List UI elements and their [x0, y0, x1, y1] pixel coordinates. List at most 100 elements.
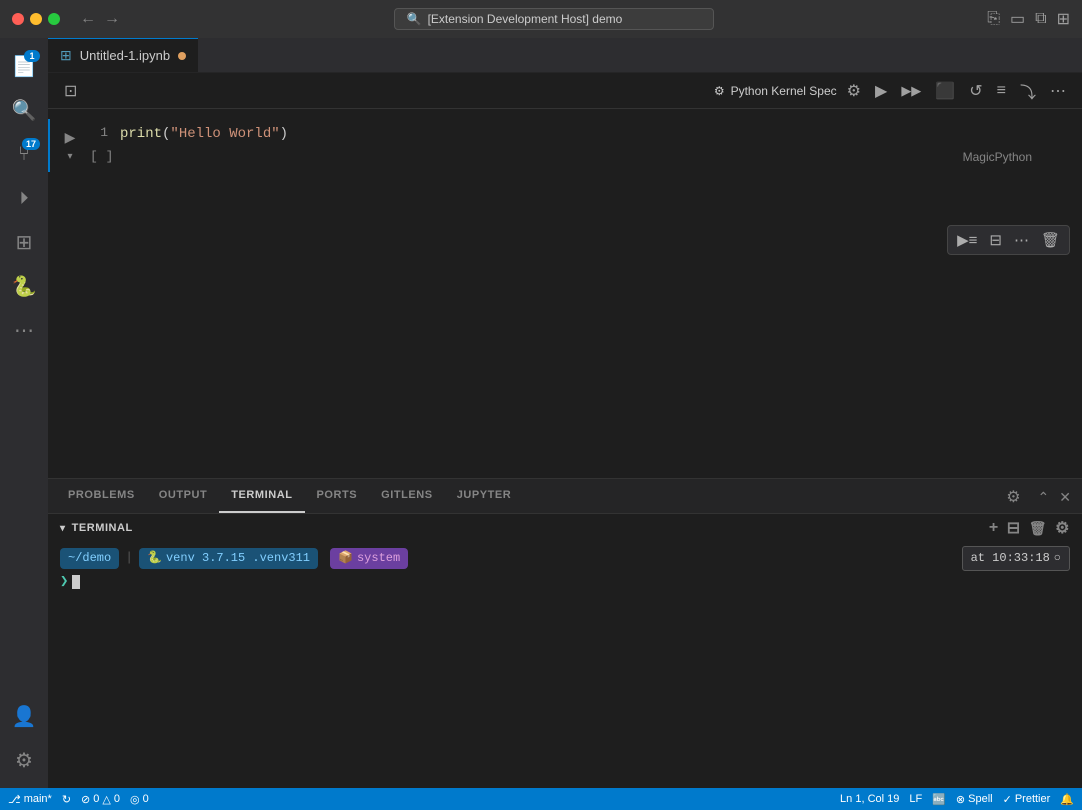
warning-count: 0 — [114, 793, 120, 805]
cell-run-area: ▶ ▾ — [58, 123, 82, 162]
branch-name: main* — [24, 793, 52, 805]
terminal-cursor — [72, 575, 80, 589]
line-number-1: 1 — [90, 123, 120, 145]
layout-panel-icon[interactable]: ▭ — [1010, 9, 1025, 29]
layout-split-icon[interactable]: ⧉ — [1035, 10, 1046, 28]
activity-bar-bottom: 👤 ⚙ — [4, 696, 44, 780]
run-all-button[interactable]: ▶ — [871, 79, 891, 103]
code-paren-open: ( — [162, 123, 170, 145]
kernel-settings-button[interactable]: ⚙ — [843, 79, 865, 103]
close-button[interactable] — [12, 13, 24, 25]
terminal-separator-1: | — [125, 548, 133, 569]
cell-code-area[interactable]: 1 print ( "Hello World" ) [ ] — [90, 123, 1074, 168]
panel-tab-output[interactable]: OUTPUT — [147, 478, 220, 513]
kernel-name-icon: ⚙ — [714, 84, 725, 98]
customize-layout-icon[interactable]: ⊞ — [1057, 9, 1070, 29]
panel-actions: ⚙ ⌃ ✕ — [1004, 485, 1074, 513]
encoding-icon: 🔤 — [932, 793, 946, 806]
status-branch[interactable]: ⎇ main* — [8, 793, 52, 806]
sidebar-item-accounts[interactable]: 👤 — [4, 696, 44, 736]
tab-bar: ⊞ Untitled-1.ipynb — [48, 38, 1082, 73]
status-spell[interactable]: ⊗ Spell — [956, 793, 993, 806]
sidebar-item-settings[interactable]: ⚙ — [4, 740, 44, 780]
status-line-ending[interactable]: LF — [909, 793, 922, 805]
command-palette[interactable]: 🔍 [Extension Development Host] demo — [394, 8, 714, 30]
back-arrow-icon[interactable]: ← — [80, 10, 96, 28]
restart-kernel-button[interactable]: ↺ — [965, 79, 986, 103]
sidebar-item-extensions[interactable]: ⊞ — [4, 222, 44, 262]
gitlens-tab-label: GITLENS — [381, 489, 433, 501]
sidebar-item-explorer[interactable]: 📄 1 — [4, 46, 44, 86]
cell-execute-button[interactable]: ▶≡ — [952, 228, 982, 252]
traffic-lights — [12, 13, 60, 25]
terminal-venv-label: venv 3.7.15 .venv311 — [166, 549, 310, 568]
minimize-button[interactable] — [30, 13, 42, 25]
error-count: 0 — [93, 793, 99, 805]
terminal-collapse-arrow[interactable]: ▾ — [60, 523, 66, 534]
forward-arrow-icon[interactable]: → — [104, 10, 120, 28]
status-errors[interactable]: ⊘ 0 △ 0 — [81, 793, 120, 806]
terminal-clock-icon: ○ — [1054, 549, 1061, 568]
status-prettier[interactable]: ✓ Prettier — [1003, 793, 1051, 806]
panel-tab-problems[interactable]: PROBLEMS — [56, 478, 147, 513]
panel-right-icons: ⚙ — [1004, 485, 1022, 509]
status-bar-left: ⎇ main* ↻ ⊘ 0 △ 0 ◎ 0 — [8, 793, 149, 806]
terminal-split-icon[interactable]: ⊟ — [1007, 518, 1021, 538]
export-button[interactable]: ⤵ — [1016, 77, 1040, 105]
terminal-settings-icon[interactable]: ⚙ — [1055, 518, 1070, 538]
ports-tab-label: PORTS — [317, 489, 358, 501]
cell-more-button[interactable]: ⋯ — [1009, 228, 1034, 252]
sidebar-item-debug[interactable]: ⏵ — [4, 178, 44, 218]
line-ending-label: LF — [909, 793, 922, 805]
code-cell[interactable]: ▶ ▾ 1 print ( "Hello World" ) — [48, 119, 1082, 172]
layout-sidebar-icon[interactable]: ⎘ — [987, 10, 1000, 28]
titlebar: ← → 🔍 [Extension Development Host] demo … — [0, 0, 1082, 38]
more-actions-button[interactable]: ⋯ — [1046, 79, 1070, 103]
code-keyword-print: print — [120, 123, 162, 145]
run-dropdown-arrow[interactable]: ▾ — [67, 151, 72, 162]
cell-delete-button[interactable]: 🗑 — [1036, 228, 1065, 252]
terminal-time: at 10:33:18 ○ — [962, 546, 1070, 571]
status-radio[interactable]: ◎ 0 — [130, 793, 149, 806]
terminal-add-icon[interactable]: + — [989, 519, 999, 537]
titlebar-search-area: 🔍 [Extension Development Host] demo — [128, 8, 979, 30]
panel-settings-icon[interactable]: ⚙ — [1004, 485, 1022, 509]
terminal-line-2[interactable]: ❯ — [60, 571, 1070, 593]
panel-tab-ports[interactable]: PORTS — [305, 478, 370, 513]
code-paren-close: ) — [280, 123, 288, 145]
maximize-button[interactable] — [48, 13, 60, 25]
search-text: [Extension Development Host] demo — [428, 12, 623, 26]
radio-icon: ◎ — [130, 793, 140, 806]
panel-tab-gitlens[interactable]: GITLENS — [369, 478, 445, 513]
panel-close-button[interactable]: ✕ — [1056, 486, 1074, 509]
kernel-name-label: Python Kernel Spec — [731, 84, 837, 98]
sidebar-item-search[interactable]: 🔍 — [4, 90, 44, 130]
notebook-outline-button[interactable]: ≡ — [993, 80, 1010, 102]
interrupt-kernel-button[interactable]: ⬛ — [931, 79, 959, 103]
tab-notebook[interactable]: ⊞ Untitled-1.ipynb — [48, 38, 198, 72]
terminal-time-text: at 10:33:18 — [971, 549, 1050, 568]
terminal-path-text: ~/demo — [68, 549, 111, 568]
panel-tab-terminal[interactable]: TERMINAL — [219, 478, 304, 513]
terminal-prompt-icon: ❯ — [60, 571, 68, 593]
sidebar-item-python[interactable]: 🐍 — [4, 266, 44, 306]
status-cursor-pos[interactable]: Ln 1, Col 19 — [840, 793, 899, 805]
terminal-venv-badge: 🐍 venv 3.7.15 .venv311 — [139, 548, 318, 569]
terminal-path-badge: ~/demo — [60, 548, 119, 569]
panel-maximize-button[interactable]: ⌃ — [1035, 486, 1053, 509]
run-above-button[interactable]: ▶▶ — [897, 81, 925, 101]
branch-icon: ⎇ — [8, 793, 21, 806]
cursor-position: Ln 1, Col 19 — [840, 793, 899, 805]
search-icon: 🔍 — [12, 98, 37, 123]
cell-split-button[interactable]: ⊟ — [984, 228, 1007, 252]
terminal-trash-icon[interactable]: 🗑 — [1029, 520, 1047, 537]
sidebar-item-more[interactable]: ⋯ — [4, 310, 44, 350]
status-bar: ⎇ main* ↻ ⊘ 0 △ 0 ◎ 0 Ln 1, Col 19 LF 🔤 … — [0, 788, 1082, 810]
status-notification[interactable]: 🔔 — [1060, 793, 1074, 806]
status-encoding[interactable]: 🔤 — [932, 793, 946, 806]
status-sync[interactable]: ↻ — [62, 793, 71, 806]
run-cell-button[interactable]: ▶ — [58, 125, 82, 149]
sidebar-item-source-control[interactable]: ⑂ 17 — [4, 134, 44, 174]
panel-tab-jupyter[interactable]: JUPYTER — [445, 478, 524, 513]
kernel-info[interactable]: ⚙ Python Kernel Spec — [714, 84, 837, 98]
